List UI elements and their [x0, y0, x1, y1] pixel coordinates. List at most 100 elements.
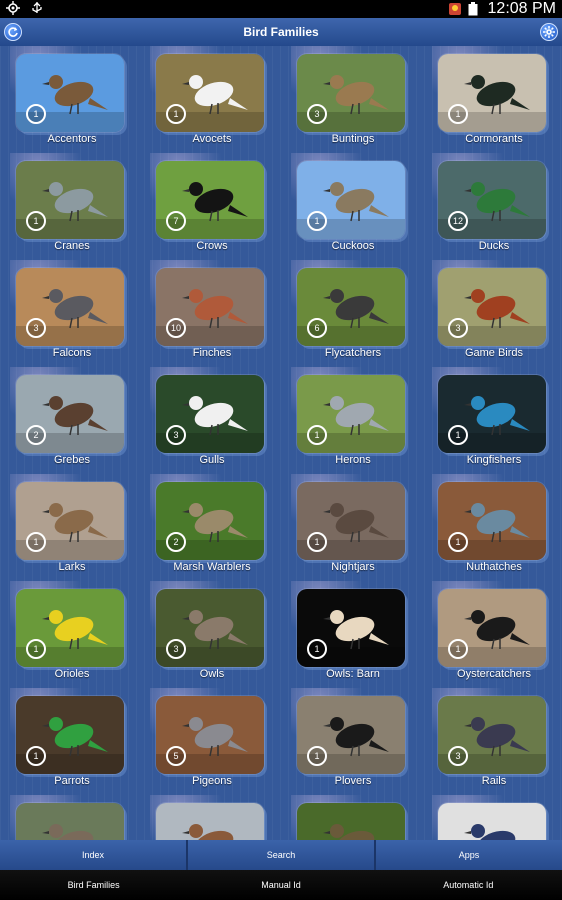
usb-icon — [30, 1, 44, 15]
species-count-badge: 3 — [448, 318, 468, 338]
family-card[interactable]: 12 Ducks — [432, 153, 562, 260]
bird-photo[interactable]: 1 — [297, 696, 405, 774]
family-card[interactable]: 2 Grebes — [10, 367, 150, 474]
family-card[interactable]: 3 Rails — [432, 688, 562, 795]
bird-photo[interactable]: 1 — [297, 161, 405, 239]
family-card[interactable]: 1 Orioles — [10, 581, 150, 688]
family-card[interactable]: 1 Nightjars — [291, 474, 431, 581]
family-card[interactable]: 1 Avocets — [150, 46, 290, 153]
tab-bird-families[interactable]: Bird Families — [0, 870, 187, 900]
bird-photo[interactable]: 3 — [438, 268, 546, 346]
bird-photo[interactable]: 1 — [438, 589, 546, 667]
bird-photo[interactable]: 1 — [16, 696, 124, 774]
family-card[interactable]: 2 Marsh Warblers — [150, 474, 290, 581]
bird-photo[interactable]: 1 — [16, 589, 124, 667]
family-card[interactable]: 1 Larks — [10, 474, 150, 581]
family-name: Herons — [335, 454, 371, 466]
family-name: Marsh Warblers — [173, 561, 251, 573]
bird-photo[interactable]: 7 — [156, 161, 264, 239]
tab-search[interactable]: Search — [188, 840, 376, 870]
family-card[interactable]: 1 Owls: Barn — [291, 581, 431, 688]
family-card[interactable]: 1 Herons — [291, 367, 431, 474]
family-card[interactable] — [10, 795, 150, 840]
species-count-badge: 1 — [26, 639, 46, 659]
bird-photo[interactable]: 6 — [297, 268, 405, 346]
bird-photo[interactable] — [438, 803, 546, 840]
family-name: Accentors — [47, 133, 97, 145]
family-card[interactable]: 1 Plovers — [291, 688, 431, 795]
species-count-badge: 1 — [26, 532, 46, 552]
family-card[interactable]: 1 Kingfishers — [432, 367, 562, 474]
bird-photo[interactable]: 2 — [16, 375, 124, 453]
species-count-badge: 1 — [448, 532, 468, 552]
family-card[interactable]: 3 Falcons — [10, 260, 150, 367]
bird-photo[interactable]: 1 — [297, 375, 405, 453]
bird-photo[interactable]: 5 — [156, 696, 264, 774]
family-name: Rails — [481, 775, 507, 787]
family-card[interactable]: 1 Cuckoos — [291, 153, 431, 260]
family-card[interactable]: 1 Oystercatchers — [432, 581, 562, 688]
family-card[interactable] — [432, 795, 562, 840]
bird-photo[interactable]: 1 — [16, 54, 124, 132]
species-count-badge: 1 — [26, 211, 46, 231]
species-count-badge: 1 — [307, 211, 327, 231]
page-title: Bird Families — [243, 25, 319, 39]
family-card[interactable] — [291, 795, 431, 840]
tab-index[interactable]: Index — [0, 840, 188, 870]
family-card[interactable]: 7 Crows — [150, 153, 290, 260]
family-name: Finches — [192, 347, 232, 359]
species-count-badge: 6 — [307, 318, 327, 338]
bird-photo[interactable] — [156, 803, 264, 840]
species-count-badge: 3 — [166, 425, 186, 445]
bird-photo[interactable]: 3 — [438, 696, 546, 774]
bird-photo[interactable]: 3 — [156, 589, 264, 667]
family-card[interactable]: 10 Finches — [150, 260, 290, 367]
bird-photo[interactable]: 1 — [438, 375, 546, 453]
bird-photo[interactable] — [297, 803, 405, 840]
species-count-badge: 1 — [448, 104, 468, 124]
species-count-badge: 2 — [166, 532, 186, 552]
bird-photo[interactable] — [16, 803, 124, 840]
family-card[interactable]: 1 Nuthatches — [432, 474, 562, 581]
bird-photo[interactable]: 1 — [438, 54, 546, 132]
clock: 12:08 PM — [487, 0, 556, 17]
tab-automatic-id[interactable]: Automatic Id — [375, 870, 562, 900]
bird-photo[interactable]: 1 — [297, 482, 405, 560]
family-card[interactable]: 1 Cormorants — [432, 46, 562, 153]
bird-photo[interactable]: 1 — [16, 161, 124, 239]
family-card[interactable]: 3 Owls — [150, 581, 290, 688]
bird-photo[interactable]: 1 — [16, 482, 124, 560]
settings-button[interactable] — [540, 23, 558, 41]
species-count-badge: 3 — [166, 639, 186, 659]
family-card[interactable]: 6 Flycatchers — [291, 260, 431, 367]
bird-photo[interactable]: 1 — [297, 589, 405, 667]
tab-manual-id[interactable]: Manual Id — [187, 870, 374, 900]
bird-photo[interactable]: 1 — [438, 482, 546, 560]
bird-photo[interactable]: 12 — [438, 161, 546, 239]
family-name: Nuthatches — [466, 561, 522, 573]
species-count-badge: 2 — [26, 425, 46, 445]
family-card[interactable]: 1 Accentors — [10, 46, 150, 153]
family-card[interactable]: 3 Game Birds — [432, 260, 562, 367]
refresh-button[interactable] — [4, 23, 22, 41]
bird-photo[interactable]: 3 — [16, 268, 124, 346]
tab-apps[interactable]: Apps — [376, 840, 562, 870]
species-count-badge: 1 — [166, 104, 186, 124]
bird-photo[interactable]: 3 — [156, 375, 264, 453]
bird-photo[interactable]: 10 — [156, 268, 264, 346]
family-card[interactable]: 3 Gulls — [150, 367, 290, 474]
battery-icon — [468, 2, 482, 16]
family-name: Falcons — [52, 347, 92, 359]
family-name: Pigeons — [192, 775, 232, 787]
family-card[interactable]: 5 Pigeons — [150, 688, 290, 795]
family-name: Orioles — [54, 668, 90, 680]
bird-families-grid: 1 Accentors 1 Avocets 3 Buntings 1 Cormorants 1 C… — [0, 46, 562, 840]
family-card[interactable]: 1 Cranes — [10, 153, 150, 260]
family-card[interactable]: 3 Buntings — [291, 46, 431, 153]
bird-photo[interactable]: 2 — [156, 482, 264, 560]
family-card[interactable] — [150, 795, 290, 840]
status-bar: 12:08 PM — [0, 0, 562, 18]
bird-photo[interactable]: 1 — [156, 54, 264, 132]
bird-photo[interactable]: 3 — [297, 54, 405, 132]
family-card[interactable]: 1 Parrots — [10, 688, 150, 795]
